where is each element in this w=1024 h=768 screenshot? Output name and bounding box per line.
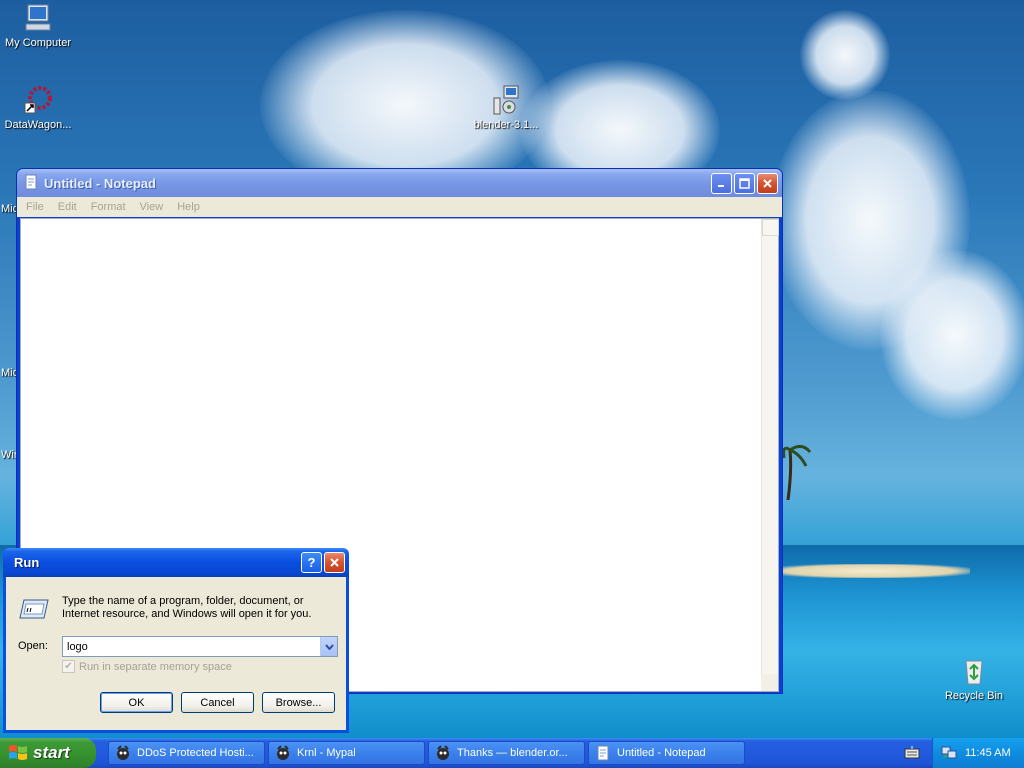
browser-icon [435,745,451,761]
desktop-icon-recycle-bin[interactable]: Recycle Bin [936,655,1012,702]
clock[interactable]: 11:45 AM [965,747,1011,759]
run-titlebar[interactable]: Run ? [3,548,349,577]
start-button[interactable]: start [0,738,96,768]
notepad-icon [595,745,611,761]
desktop-icon-blender[interactable]: blender-3.1... [468,84,544,131]
menu-help[interactable]: Help [170,201,207,213]
size-grip-icon[interactable] [761,674,778,691]
open-label: Open: [18,640,48,652]
notepad-titlebar[interactable]: Untitled - Notepad [17,169,782,197]
desktop-icon-label: blender-3.1... [473,119,539,131]
vertical-scrollbar[interactable] [761,219,779,674]
datawagon-shortcut-icon [22,84,54,116]
task-label: Krnl - Mypal [297,747,356,759]
open-input[interactable] [63,637,313,656]
cloud-decoration [800,10,890,100]
menu-format[interactable]: Format [84,201,133,213]
desktop-icon-label: DataWagon... [4,119,72,131]
help-button[interactable]: ? [301,552,322,573]
notepad-menubar: File Edit Format View Help [17,197,782,217]
run-dialog: Run ? Type the name of a program, folder… [3,548,349,733]
taskbar-item-ddos[interactable]: DDoS Protected Hosti... [108,741,265,765]
dialog-title: Run [14,555,40,570]
my-computer-icon [22,2,54,34]
taskbar: start DDoS Protected Hosti... Krnl - Myp… [0,738,1024,768]
browser-icon [115,745,131,761]
taskbar-item-notepad[interactable]: Untitled - Notepad [588,741,745,765]
keyboard-icon[interactable] [904,746,920,760]
task-label: DDoS Protected Hosti... [137,747,254,759]
recycle-bin-icon [958,655,990,687]
separate-memory-checkbox[interactable]: ✔ Run in separate memory space [62,660,232,673]
window-title: Untitled - Notepad [44,175,156,191]
desktop-icon-label: My Computer [4,37,72,49]
network-icon[interactable] [941,744,957,763]
menu-view[interactable]: View [133,201,171,213]
chevron-down-icon [324,643,334,650]
desktop-icon-my-computer[interactable]: My Computer [0,2,76,49]
help-icon: ? [307,555,316,570]
minimize-button[interactable] [711,172,732,194]
scroll-up-arrow-icon[interactable] [762,219,779,236]
close-icon [330,558,339,567]
close-button[interactable] [324,552,345,573]
maximize-icon [739,177,750,189]
start-label: start [33,743,70,762]
menu-file[interactable]: File [19,201,51,213]
checkbox-checked-icon: ✔ [62,660,75,673]
run-program-icon [18,596,50,623]
browser-icon [275,745,291,761]
open-combobox[interactable] [62,636,338,657]
ok-button[interactable]: OK [100,692,173,713]
blender-installer-icon [490,84,522,116]
close-button[interactable] [757,172,778,194]
browse-button[interactable]: Browse... [262,692,335,713]
palm-tree [782,445,812,500]
task-label: Thanks — blender.or... [457,747,568,759]
cancel-button[interactable]: Cancel [181,692,254,713]
system-tray: 11:45 AM [932,738,1024,768]
beach-sand [770,564,970,578]
close-icon [763,178,772,188]
desktop-icon-datawagon[interactable]: DataWagon... [0,84,76,131]
desktop-icon-label: Recycle Bin [944,690,1004,702]
dropdown-button[interactable] [320,637,337,656]
cloud-decoration [880,250,1024,420]
windows-logo-icon [9,745,27,760]
minimize-icon [717,185,724,187]
notepad-icon [23,174,39,193]
run-description: Type the name of a program, folder, docu… [62,595,312,620]
taskbar-item-krnl[interactable]: Krnl - Mypal [268,741,425,765]
maximize-button[interactable] [734,172,755,194]
checkbox-label: Run in separate memory space [79,660,232,673]
taskbar-item-blender[interactable]: Thanks — blender.or... [428,741,585,765]
menu-edit[interactable]: Edit [51,201,84,213]
task-label: Untitled - Notepad [617,747,706,759]
